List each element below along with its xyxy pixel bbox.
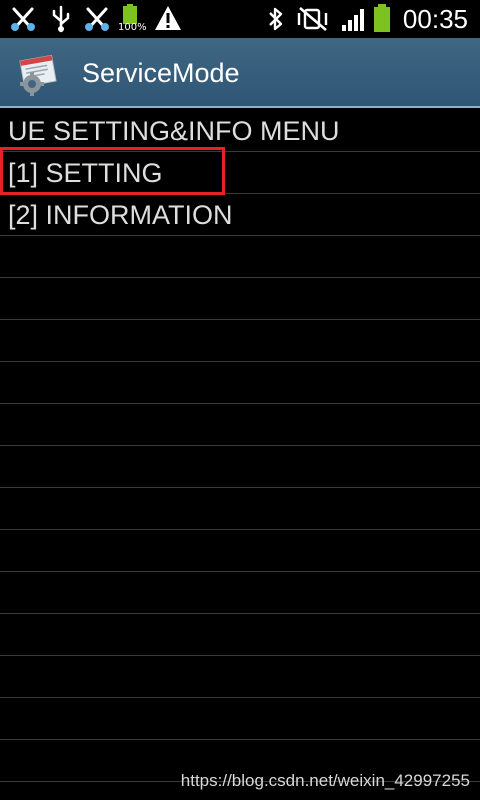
- list-item: [0, 656, 480, 698]
- app-title: ServiceMode: [82, 58, 240, 88]
- menu-item-information[interactable]: [2] INFORMATION: [0, 194, 480, 236]
- menu-header: UE SETTING&INFO MENU: [8, 116, 340, 146]
- service-mode-screen: 100% 00:35 ServiceMode UE SETTING&INFO M…: [0, 0, 480, 800]
- battery-percent-label: 100%: [118, 22, 147, 33]
- status-bar: 100% 00:35: [0, 0, 480, 38]
- menu-header-row: UE SETTING&INFO MENU: [0, 110, 480, 152]
- list-item: [0, 488, 480, 530]
- signal-icon: [340, 5, 368, 33]
- bluetooth-icon: [266, 5, 286, 33]
- list-item: [0, 698, 480, 740]
- list-item: [0, 446, 480, 488]
- list-item: [0, 404, 480, 446]
- status-clock: 00:35: [402, 4, 468, 34]
- usb-debug-icon: [8, 5, 38, 33]
- usb-icon: [50, 5, 72, 33]
- usb-debug-icon: [82, 5, 112, 33]
- service-menu-list: UE SETTING&INFO MENU [1] SETTING [2] INF…: [0, 110, 480, 782]
- battery-icon: [372, 3, 392, 32]
- menu-item-label: [2] INFORMATION: [8, 200, 233, 230]
- list-item: [0, 320, 480, 362]
- watermark-text: https://blog.csdn.net/weixin_42997255: [180, 771, 470, 790]
- service-mode-app-icon: [18, 52, 64, 96]
- list-item: [0, 572, 480, 614]
- list-item: [0, 530, 480, 572]
- muted-vibrate-icon: [296, 5, 330, 33]
- warning-icon: [154, 5, 182, 33]
- list-item: [0, 278, 480, 320]
- highlight-annotation-box: [0, 147, 225, 195]
- list-item: [0, 614, 480, 656]
- list-item: [0, 362, 480, 404]
- action-bar: ServiceMode: [0, 38, 480, 108]
- list-item: [0, 236, 480, 278]
